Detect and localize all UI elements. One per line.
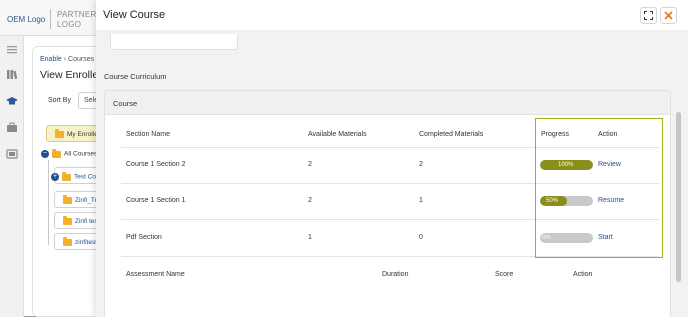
- breadcrumb-root[interactable]: Enable: [40, 56, 62, 63]
- folder-icon: [52, 148, 61, 158]
- section-name: Pdf Section: [126, 234, 162, 241]
- scrollbar-thumb[interactable]: [676, 112, 681, 282]
- collapse-icon[interactable]: −: [41, 150, 49, 158]
- column-assessment-action: Action: [573, 271, 593, 278]
- folder-icon: [63, 216, 72, 225]
- partner-logo: PARTNER LOGO: [57, 10, 97, 30]
- menu-icon[interactable]: [6, 44, 18, 55]
- progress-highlight-box: [535, 118, 663, 258]
- breadcrumb-current[interactable]: Courses: [68, 56, 94, 63]
- column-score: Score: [495, 271, 514, 278]
- column-duration: Duration: [382, 271, 409, 278]
- completed-materials: 2: [419, 161, 423, 168]
- section-name: Course 1 Section 1: [126, 197, 186, 204]
- completed-materials: 0: [419, 234, 423, 241]
- logo-divider: [50, 9, 51, 29]
- column-available-materials: Available Materials: [308, 131, 367, 138]
- expand-button[interactable]: [640, 7, 657, 24]
- library-icon[interactable]: [6, 69, 18, 80]
- expand-icon: [644, 11, 653, 20]
- sort-by-label: Sort By: [48, 97, 71, 104]
- modal-title: View Course: [103, 9, 166, 21]
- folder-icon: [63, 195, 72, 204]
- partner-logo-line2: LOGO: [57, 20, 82, 29]
- available-materials: 1: [308, 234, 312, 241]
- graduation-cap-icon[interactable]: [6, 96, 18, 107]
- close-icon: [664, 11, 673, 20]
- close-button[interactable]: [660, 7, 677, 24]
- briefcase-icon[interactable]: [6, 122, 18, 133]
- oem-logo: OEM Logo: [7, 15, 46, 24]
- course-card-header: Course: [105, 91, 670, 115]
- folder-icon: [63, 237, 72, 246]
- tree-all-courses-label: All Courses: [64, 150, 98, 158]
- course-curriculum-heading: Course Curriculum: [104, 72, 167, 81]
- section-name: Course 1 Section 2: [126, 161, 186, 168]
- side-navigation: [0, 36, 24, 317]
- column-completed-materials: Completed Materials: [419, 131, 484, 138]
- tree-all-courses[interactable]: − All Courses: [41, 148, 98, 158]
- modal-header: View Course: [96, 0, 688, 30]
- folder-icon: [55, 129, 64, 138]
- available-materials: 2: [308, 161, 312, 168]
- partner-logo-line1: PARTNER: [57, 10, 97, 19]
- media-folder-icon[interactable]: [6, 148, 18, 159]
- page-title: View Enrolled: [40, 69, 105, 81]
- column-section-name: Section Name: [126, 131, 170, 138]
- column-assessment-name: Assessment Name: [126, 271, 185, 278]
- tree-connector: [48, 160, 49, 245]
- folder-icon: [62, 171, 71, 181]
- tree-node-label: zinfitest: [75, 239, 98, 247]
- completed-materials: 1: [419, 197, 423, 204]
- breadcrumb: Enable › Courses: [40, 56, 94, 63]
- expand-node-icon[interactable]: +: [51, 173, 59, 181]
- course-info-box: [110, 34, 238, 50]
- available-materials: 2: [308, 197, 312, 204]
